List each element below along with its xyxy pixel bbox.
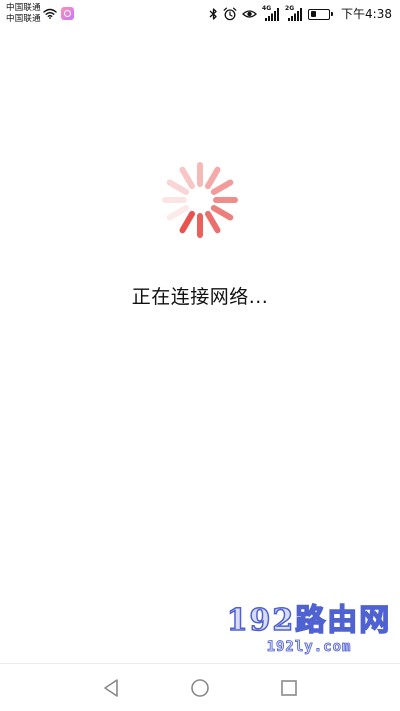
home-icon bbox=[191, 679, 209, 697]
battery-icon bbox=[308, 8, 334, 20]
spinner-spoke bbox=[179, 210, 195, 234]
spinner-spoke bbox=[166, 179, 190, 195]
spinner-spoke bbox=[179, 166, 195, 190]
spinner-spoke bbox=[205, 166, 221, 190]
wifi-icon bbox=[43, 8, 57, 19]
back-button[interactable] bbox=[99, 676, 123, 700]
spinner-spoke bbox=[210, 205, 234, 221]
battery-fill bbox=[310, 11, 317, 17]
bluetooth-icon bbox=[209, 8, 217, 20]
home-button[interactable] bbox=[188, 676, 212, 700]
back-icon bbox=[104, 679, 118, 697]
eye-comfort-icon bbox=[242, 10, 258, 18]
spinner-icon bbox=[162, 162, 238, 238]
spinner-spoke bbox=[205, 210, 221, 234]
spinner-spoke bbox=[166, 205, 190, 221]
navigation-bar bbox=[0, 663, 400, 711]
carrier-1: 中国联通 bbox=[6, 3, 41, 13]
recent-apps-button[interactable] bbox=[277, 676, 301, 700]
status-bar: 中国联通 中国联通 4G 2G 下午4:38 bbox=[0, 0, 400, 28]
watermark-title: 192路由网 bbox=[226, 603, 392, 639]
carrier-names: 中国联通 中国联通 bbox=[6, 3, 41, 25]
signal-icon-2: 2G bbox=[285, 6, 303, 21]
carrier-2: 中国联通 bbox=[6, 14, 41, 24]
status-icons: 4G 2G 下午4:38 bbox=[209, 6, 392, 22]
alarm-icon bbox=[223, 7, 237, 21]
screen: 中国联通 中国联通 4G 2G 下午4:38 正在连接网络... 192路由网 … bbox=[0, 0, 400, 711]
signal-icon: 4G bbox=[262, 6, 280, 21]
recent-apps-icon bbox=[281, 680, 297, 696]
watermark-subtitle: 192ly.com bbox=[266, 639, 352, 656]
app-badge-icon bbox=[61, 7, 74, 20]
loading-message: 正在连接网络... bbox=[131, 286, 269, 308]
clock: 下午4:38 bbox=[341, 7, 392, 21]
watermark-logo: 192路由网 192ly.com bbox=[224, 603, 394, 664]
spinner-spoke bbox=[210, 179, 234, 195]
